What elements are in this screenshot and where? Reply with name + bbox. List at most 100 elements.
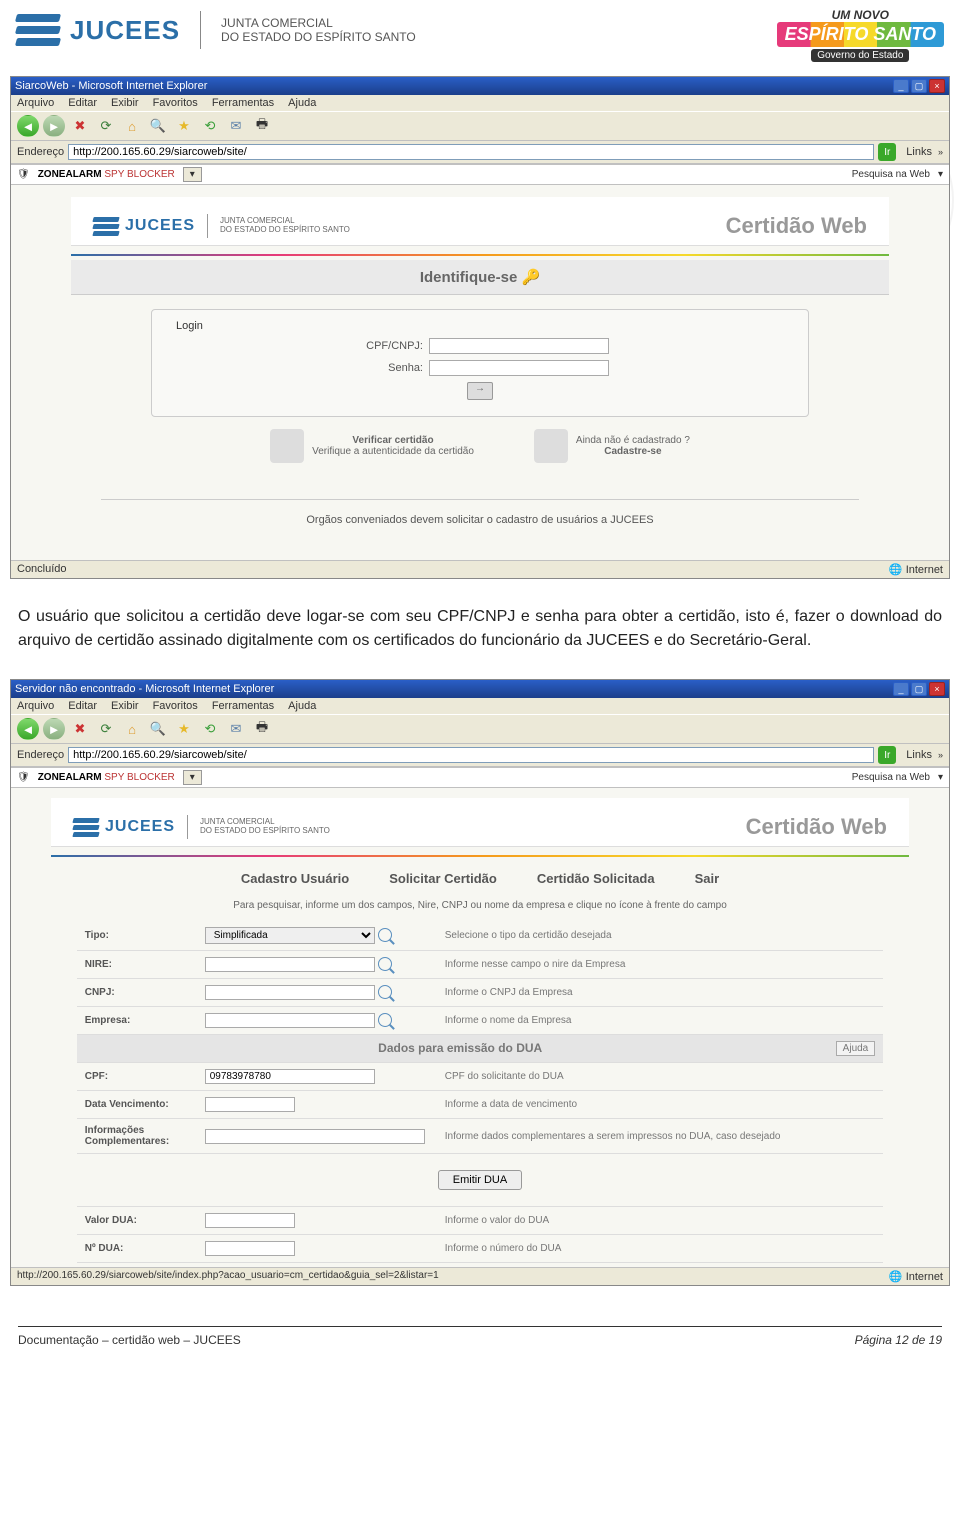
mail-button[interactable]: ✉	[225, 718, 247, 740]
cnpj-input[interactable]	[205, 985, 375, 1000]
valor-input[interactable]	[205, 1213, 295, 1228]
tab-sair[interactable]: Sair	[695, 871, 720, 886]
zonealarm-icon: 🛡	[17, 169, 30, 180]
menu-favoritos[interactable]: Favoritos	[153, 97, 198, 109]
forward-button[interactable]: ►	[43, 718, 65, 740]
favorites-button[interactable]: ★	[173, 718, 195, 740]
empresa-input[interactable]	[205, 1013, 375, 1028]
menu-bar: Arquivo Editar Exibir Favoritos Ferramen…	[11, 95, 949, 111]
tab-solicitada[interactable]: Certidão Solicitada	[537, 871, 655, 886]
venc-input[interactable]	[205, 1097, 295, 1112]
search-button[interactable]: 🔍	[147, 718, 169, 740]
submit-button[interactable]: →	[467, 382, 493, 400]
info-input[interactable]	[205, 1129, 425, 1144]
venc-help: Informe a data de vencimento	[437, 1091, 884, 1119]
login-fieldset: Login CPF/CNPJ: Senha: →	[151, 309, 809, 417]
home-button[interactable]: ⌂	[121, 718, 143, 740]
zonealarm-search-label[interactable]: Pesquisa na Web	[852, 169, 930, 180]
address-label: Endereço	[17, 146, 64, 158]
history-button[interactable]: ⟲	[199, 718, 221, 740]
num-help: Informe o número do DUA	[437, 1235, 884, 1263]
search-icon[interactable]	[378, 928, 392, 942]
print-button[interactable]: 🖶	[251, 115, 273, 137]
go-button[interactable]: Ir	[878, 143, 896, 161]
zonealarm-dropdown[interactable]: ▾	[183, 770, 202, 785]
jucees-brand: JUCEES	[70, 15, 180, 46]
menu-exibir[interactable]: Exibir	[111, 97, 139, 109]
senha-label: Senha:	[351, 362, 423, 374]
valor-label: Valor DUA:	[77, 1207, 197, 1235]
stop-button[interactable]: ✖	[69, 115, 91, 137]
menu-ferramentas[interactable]: Ferramentas	[212, 97, 274, 109]
tab-cadastro[interactable]: Cadastro Usuário	[241, 871, 349, 886]
menu-arquivo[interactable]: Arquivo	[17, 97, 54, 109]
login-legend: Login	[176, 320, 203, 332]
search-icon[interactable]	[378, 957, 392, 971]
menu-ferramentas[interactable]: Ferramentas	[212, 700, 274, 712]
menu-exibir[interactable]: Exibir	[111, 700, 139, 712]
close-button[interactable]: ×	[929, 79, 945, 93]
num-input[interactable]	[205, 1241, 295, 1256]
cpf-input[interactable]	[205, 1069, 375, 1084]
zonealarm-dropdown[interactable]: ▾	[183, 167, 202, 182]
forward-button[interactable]: ►	[43, 115, 65, 137]
mail-button[interactable]: ✉	[225, 115, 247, 137]
stop-button[interactable]: ✖	[69, 718, 91, 740]
tab-solicitar[interactable]: Solicitar Certidão	[389, 871, 497, 886]
maximize-button[interactable]: ▢	[911, 682, 927, 696]
home-button[interactable]: ⌂	[121, 115, 143, 137]
url-input[interactable]	[68, 747, 874, 763]
row-valor: Valor DUA: Informe o valor do DUA	[77, 1207, 884, 1235]
search-button[interactable]: 🔍	[147, 115, 169, 137]
menu-arquivo[interactable]: Arquivo	[17, 700, 54, 712]
row-num: Nº DUA: Informe o número do DUA	[77, 1235, 884, 1263]
nire-help: Informe nesse campo o nire da Empresa	[437, 951, 884, 979]
zonealarm-brand: ZONEALARM	[38, 169, 102, 180]
status-left: http://200.165.60.29/siarcoweb/site/inde…	[17, 1270, 439, 1283]
minimize-button[interactable]: _	[893, 79, 909, 93]
info-label: Informações Complementares:	[77, 1119, 197, 1154]
certidao-web-title: Certidão Web	[746, 814, 887, 840]
links-label[interactable]: Links	[906, 146, 932, 158]
help-button[interactable]: Ajuda	[836, 1041, 876, 1056]
zonealarm-spy: SPY BLOCKER	[104, 169, 174, 180]
back-button[interactable]: ◄	[17, 115, 39, 137]
row-cnpj: CNPJ: Informe o CNPJ da Empresa	[77, 979, 884, 1007]
menu-editar[interactable]: Editar	[68, 97, 97, 109]
web-content: JUCEES JUNTA COMERCIALDO ESTADO DO ESPÍR…	[11, 185, 949, 560]
senha-input[interactable]	[429, 360, 609, 376]
emit-dua-button[interactable]: Emitir DUA	[438, 1170, 522, 1190]
search-hint: Para pesquisar, informe um dos campos, N…	[51, 896, 909, 921]
menu-ajuda[interactable]: Ajuda	[288, 97, 316, 109]
menu-favoritos[interactable]: Favoritos	[153, 700, 198, 712]
window-titlebar-2: Servidor não encontrado - Microsoft Inte…	[11, 680, 949, 698]
back-button[interactable]: ◄	[17, 718, 39, 740]
menu-bar-2: Arquivo Editar Exibir Favoritos Ferramen…	[11, 698, 949, 714]
jucees-icon	[16, 8, 60, 52]
go-button[interactable]: Ir	[878, 746, 896, 764]
footer-note: Orgãos conveniados devem solicitar o cad…	[101, 499, 859, 540]
venc-label: Data Vencimento:	[77, 1091, 197, 1119]
menu-ajuda[interactable]: Ajuda	[288, 700, 316, 712]
minimize-button[interactable]: _	[893, 682, 909, 696]
identify-heading: Identifique-se 🔑	[71, 260, 889, 295]
refresh-button[interactable]: ⟳	[95, 115, 117, 137]
url-input[interactable]	[68, 144, 874, 160]
search-icon[interactable]	[378, 985, 392, 999]
links-label[interactable]: Links	[906, 749, 932, 761]
search-icon[interactable]	[378, 1013, 392, 1027]
refresh-button[interactable]: ⟳	[95, 718, 117, 740]
row-cpf: CPF: CPF do solicitante do DUA	[77, 1063, 884, 1091]
nire-input[interactable]	[205, 957, 375, 972]
cpf-input[interactable]	[429, 338, 609, 354]
print-button[interactable]: 🖶	[251, 718, 273, 740]
maximize-button[interactable]: ▢	[911, 79, 927, 93]
zonealarm-bar-2: 🛡 ZONEALARM SPY BLOCKER ▾ Pesquisa na We…	[11, 767, 949, 788]
cadastro-box[interactable]: Ainda não é cadastrado ?Cadastre-se	[534, 429, 690, 463]
close-button[interactable]: ×	[929, 682, 945, 696]
history-button[interactable]: ⟲	[199, 115, 221, 137]
verify-certidao-box[interactable]: Verificar certidãoVerifique a autenticid…	[270, 429, 474, 463]
tipo-select[interactable]: Simplificada	[205, 927, 375, 944]
favorites-button[interactable]: ★	[173, 115, 195, 137]
menu-editar[interactable]: Editar	[68, 700, 97, 712]
